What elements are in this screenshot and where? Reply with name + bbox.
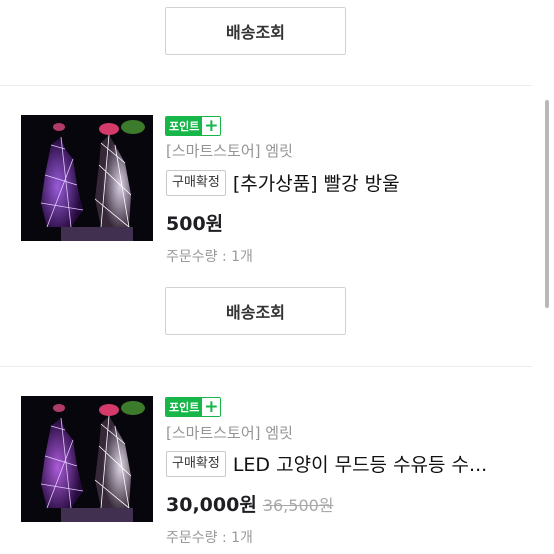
point-label: 포인트 (166, 398, 203, 416)
order-quantity: 주문수량 : 1개 (166, 530, 253, 546)
point-label: 포인트 (166, 117, 203, 135)
product-title-row[interactable]: 구매확정 [추가상품] 빨강 방울 (166, 169, 400, 196)
sale-price: 30,000원 (166, 494, 257, 516)
order-quantity: 주문수량 : 1개 (166, 249, 253, 265)
product-thumbnail[interactable] (21, 396, 153, 522)
point-badge: 포인트 + (165, 116, 222, 136)
plus-icon: + (202, 116, 221, 136)
product-title-row[interactable]: 구매확정 LED 고양이 무드등 수유등 수... (166, 450, 487, 477)
divider (0, 85, 532, 86)
scrollbar[interactable] (545, 100, 549, 308)
product-name[interactable]: [추가상품] 빨강 방울 (233, 169, 400, 196)
track-delivery-button[interactable]: 배송조회 (165, 7, 346, 55)
price: 30,000원 36,500원 (166, 490, 334, 517)
product-thumbnail[interactable] (21, 115, 153, 241)
product-name[interactable]: LED 고양이 무드등 수유등 수... (233, 450, 487, 477)
original-price: 36,500원 (262, 496, 334, 515)
store-name[interactable]: [스마트스토어] 엠릿 (166, 140, 293, 161)
point-badge: 포인트 + (165, 397, 222, 417)
divider (0, 366, 532, 367)
sale-price: 500원 (166, 213, 224, 235)
purchase-confirmed-tag: 구매확정 (166, 169, 226, 196)
track-delivery-button[interactable]: 배송조회 (165, 287, 346, 335)
store-name[interactable]: [스마트스토어] 엠릿 (166, 422, 293, 443)
purchase-confirmed-tag: 구매확정 (166, 450, 226, 477)
plus-icon: + (202, 397, 221, 417)
price: 500원 (166, 209, 223, 236)
